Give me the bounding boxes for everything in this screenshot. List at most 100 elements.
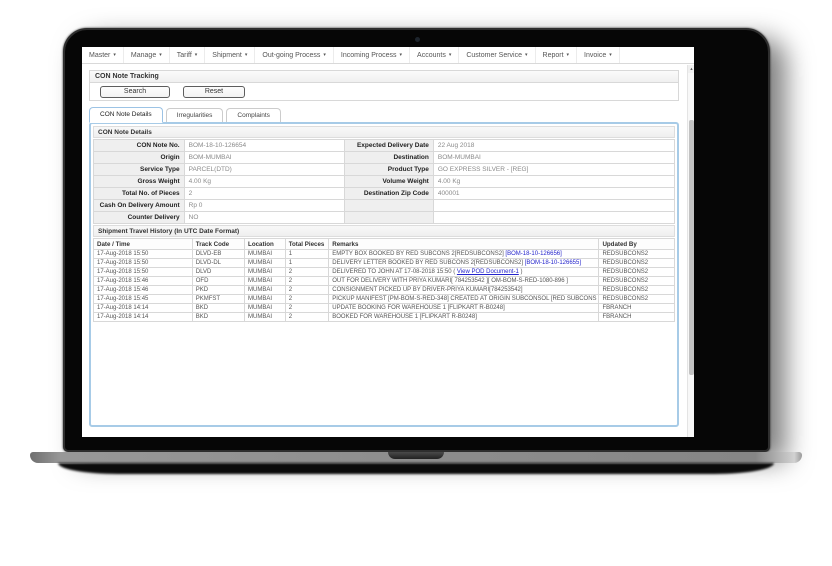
details-label: Service Type xyxy=(94,164,185,176)
details-section-header: CON Note Details xyxy=(93,126,675,138)
details-row: Counter DeliveryNO xyxy=(94,212,675,224)
details-row: Total No. of Pieces2Destination Zip Code… xyxy=(94,188,675,200)
history-updated-by: REDSUBCONS2 xyxy=(599,277,675,286)
tab-irregularities[interactable]: Irregularities xyxy=(166,108,224,122)
history-pieces: 1 xyxy=(285,259,329,268)
details-label xyxy=(344,200,433,212)
details-row: OriginBOM-MUMBAIDestinationBOM-MUMBAI xyxy=(94,152,675,164)
details-value: Rp 0 xyxy=(184,200,344,212)
menu-item-master[interactable]: Master▾ xyxy=(82,47,124,63)
history-pieces: 1 xyxy=(285,250,329,259)
history-date: 17-Aug-2018 15:46 xyxy=(94,277,193,286)
history-location: MUMBAI xyxy=(245,250,286,259)
con-note-details-panel: CON Note Details CON Note No.BOM-18-10-1… xyxy=(89,122,679,427)
chevron-down-icon: ▾ xyxy=(245,53,248,58)
con-note-details-table: CON Note No.BOM-18-10-126654Expected Del… xyxy=(93,139,675,224)
history-pieces: 2 xyxy=(285,277,329,286)
history-date: 17-Aug-2018 15:50 xyxy=(94,268,193,277)
history-remarks: DELIVERY LETTER BOOKED BY RED SUBCONS 2[… xyxy=(329,259,599,268)
menu-item-manage[interactable]: Manage▾ xyxy=(124,47,170,63)
reset-button[interactable]: Reset xyxy=(183,86,245,98)
history-row: 17-Aug-2018 14:14BKDMUMBAI2BOOKED FOR WA… xyxy=(94,313,675,322)
details-label: Counter Delivery xyxy=(94,212,185,224)
menu-item-shipment[interactable]: Shipment▾ xyxy=(205,47,255,63)
history-column-track-code: Track Code xyxy=(192,239,244,250)
remark-link[interactable]: View POD Document-1 xyxy=(457,269,519,275)
menu-item-customer-service[interactable]: Customer Service▾ xyxy=(459,47,535,63)
toolbar: Search Reset xyxy=(89,83,679,101)
details-label xyxy=(344,212,433,224)
history-remarks: OUT FOR DELIVERY WITH PRIYA KUMARI[ 7842… xyxy=(329,277,599,286)
menu-item-report[interactable]: Report▾ xyxy=(536,47,578,63)
history-updated-by: REDSUBCONS2 xyxy=(599,268,675,277)
details-row: Service TypePARCEL(DTD)Product TypeGO EX… xyxy=(94,164,675,176)
scrollbar-thumb[interactable] xyxy=(689,120,694,375)
history-location: MUMBAI xyxy=(245,304,286,313)
search-button[interactable]: Search xyxy=(100,86,170,98)
vertical-scrollbar[interactable]: ▲ xyxy=(687,65,694,437)
menu-item-label: Master xyxy=(89,52,110,59)
history-updated-by: REDSUBCONS2 xyxy=(599,286,675,295)
history-updated-by: REDSUBCONS2 xyxy=(599,295,675,304)
travel-history-table: Date / TimeTrack CodeLocationTotal Piece… xyxy=(93,238,675,322)
menu-item-out-going-process[interactable]: Out-going Process▾ xyxy=(255,47,334,63)
details-label: Destination Zip Code xyxy=(344,188,433,200)
details-label: Volume Weight xyxy=(344,176,433,188)
menu-item-label: Tariff xyxy=(177,52,192,59)
details-value: BOM-18-10-126654 xyxy=(184,140,344,152)
history-date: 17-Aug-2018 15:46 xyxy=(94,286,193,295)
history-updated-by: FBRANCH xyxy=(599,313,675,322)
details-value: BOM-MUMBAI xyxy=(433,152,674,164)
tab-con-note-details[interactable]: CON Note Details xyxy=(89,107,163,123)
tab-complaints[interactable]: Complaints xyxy=(226,108,281,122)
history-pieces: 2 xyxy=(285,313,329,322)
history-remarks: BOOKED FOR WAREHOUSE 1 [FLIPKART R-B0248… xyxy=(329,313,599,322)
chevron-down-icon: ▾ xyxy=(400,53,403,58)
remark-link[interactable]: [BOM-18-10-126655] xyxy=(525,260,581,266)
history-track-code: OFD xyxy=(192,277,244,286)
menu-item-invoice[interactable]: Invoice▾ xyxy=(577,47,620,63)
history-column-remarks: Remarks xyxy=(329,239,599,250)
menu-item-label: Report xyxy=(543,52,564,59)
menu-item-label: Invoice xyxy=(584,52,606,59)
history-pieces: 2 xyxy=(285,286,329,295)
history-row: 17-Aug-2018 14:14BKDMUMBAI2UPDATE BOOKIN… xyxy=(94,304,675,313)
menu-item-label: Shipment xyxy=(212,52,242,59)
history-column-location: Location xyxy=(245,239,286,250)
remark-link[interactable]: [BOM-18-10-126656] xyxy=(505,251,561,257)
history-row: 17-Aug-2018 15:50DLVD-DLMUMBAI1DELIVERY … xyxy=(94,259,675,268)
details-label: Gross Weight xyxy=(94,176,185,188)
page-title: CON Note Tracking xyxy=(95,73,159,80)
details-label: Expected Delivery Date xyxy=(344,140,433,152)
details-value: BOM-MUMBAI xyxy=(184,152,344,164)
history-track-code: PKMFST xyxy=(192,295,244,304)
menu-item-label: Manage xyxy=(131,52,156,59)
history-location: MUMBAI xyxy=(245,286,286,295)
details-label: Origin xyxy=(94,152,185,164)
history-remarks: UPDATE BOOKING FOR WAREHOUSE 1 [FLIPKART… xyxy=(329,304,599,313)
menu-item-tariff[interactable]: Tariff▾ xyxy=(170,47,206,63)
details-value: 2 xyxy=(184,188,344,200)
history-location: MUMBAI xyxy=(245,268,286,277)
details-value xyxy=(433,212,674,224)
details-row: CON Note No.BOM-18-10-126654Expected Del… xyxy=(94,140,675,152)
menu-item-accounts[interactable]: Accounts▾ xyxy=(410,47,459,63)
history-header-row: Date / TimeTrack CodeLocationTotal Piece… xyxy=(94,239,675,250)
chevron-down-icon: ▾ xyxy=(567,53,570,58)
menu-item-label: Accounts xyxy=(417,52,446,59)
details-value: 22 Aug 2018 xyxy=(433,140,674,152)
history-row: 17-Aug-2018 15:45PKMFSTMUMBAI2PICKUP MAN… xyxy=(94,295,675,304)
history-column-date-time: Date / Time xyxy=(94,239,193,250)
laptop-screen-bezel: Master▾Manage▾Tariff▾Shipment▾Out-going … xyxy=(63,28,770,452)
webcam-icon xyxy=(415,37,420,42)
history-date: 17-Aug-2018 15:45 xyxy=(94,295,193,304)
history-row: 17-Aug-2018 15:50DLVDMUMBAI2DELIVERED TO… xyxy=(94,268,675,277)
menu-item-incoming-process[interactable]: Incoming Process▾ xyxy=(334,47,410,63)
scroll-up-icon[interactable]: ▲ xyxy=(688,65,694,73)
history-updated-by: REDSUBCONS2 xyxy=(599,250,675,259)
history-column-total-pieces: Total Pieces xyxy=(285,239,329,250)
menu-item-label: Customer Service xyxy=(466,52,522,59)
laptop-base-shadow xyxy=(58,463,774,474)
laptop-base xyxy=(30,452,802,463)
history-updated-by: REDSUBCONS2 xyxy=(599,259,675,268)
